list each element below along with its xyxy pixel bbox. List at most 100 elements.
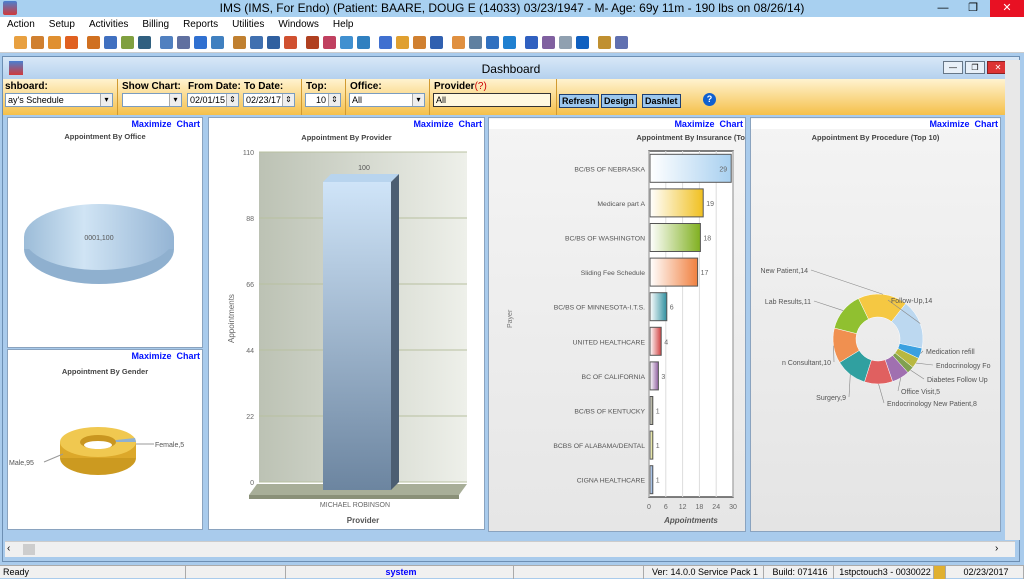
menu-bar: ActionSetupActivitiesBillingReportsUtili…: [0, 17, 1024, 33]
top-label: Top:: [306, 81, 327, 92]
toolbar-icon[interactable]: [413, 36, 426, 49]
help-icon[interactable]: ?: [703, 93, 716, 106]
top-input[interactable]: 10⇕: [305, 93, 341, 107]
toolbar-icon[interactable]: [525, 36, 538, 49]
bar-sliding-fee-schedule: [650, 258, 698, 286]
toolbar-icon[interactable]: [306, 36, 319, 49]
show-chart-select[interactable]: ▾: [122, 93, 182, 107]
toolbar-icon[interactable]: [65, 36, 78, 49]
toolbar-icon[interactable]: [31, 36, 44, 49]
bar-top: [323, 174, 399, 182]
toolbar-icon[interactable]: [503, 36, 516, 49]
toolbar-icon[interactable]: [379, 36, 392, 49]
menu-reports[interactable]: Reports: [176, 17, 225, 33]
menu-help[interactable]: Help: [326, 17, 361, 33]
refresh-button[interactable]: Refresh: [559, 94, 599, 108]
office-pie-chart: 0001,100: [8, 118, 204, 349]
menu-windows[interactable]: Windows: [271, 17, 326, 33]
from-date-input[interactable]: 02/01/15⇕: [187, 93, 239, 107]
y-tick-label: 88: [246, 216, 254, 223]
dashboard-title-bar: Dashboard — ❐ ✕: [3, 57, 1019, 79]
toolbar-icon[interactable]: [357, 36, 370, 49]
toolbar-icon[interactable]: [576, 36, 589, 49]
spinner-icon[interactable]: ⇕: [226, 94, 238, 106]
bar-value-label: 1: [656, 478, 660, 485]
vertical-scrollbar[interactable]: [1005, 60, 1020, 540]
toolbar-icon[interactable]: [452, 36, 465, 49]
toolbar-icon[interactable]: [121, 36, 134, 49]
leader-line: [916, 363, 933, 365]
bar-value-label: 6: [670, 305, 674, 312]
toolbar-icon[interactable]: [615, 36, 628, 49]
insurance-bar-chart: 061218243029BC/BS OF NEBRASKA19Medicare …: [489, 118, 747, 533]
status-empty: [186, 566, 286, 579]
provider-input[interactable]: All: [433, 93, 551, 107]
toolbar-icon[interactable]: [340, 36, 353, 49]
toolbar-icon[interactable]: [104, 36, 117, 49]
office-select[interactable]: All▾: [349, 93, 425, 107]
dashlet-button[interactable]: Dashlet: [642, 94, 681, 108]
restore-button[interactable]: ❐: [958, 0, 988, 17]
toolbar-icon[interactable]: [469, 36, 482, 49]
scroll-right-icon[interactable]: ›: [995, 543, 998, 554]
scrollbar-thumb[interactable]: [23, 544, 35, 555]
toolbar-icon[interactable]: [194, 36, 207, 49]
to-date-input[interactable]: 02/23/17⇕: [243, 93, 295, 107]
from-date-label: From Date:: [188, 81, 241, 92]
toolbar-icon[interactable]: [267, 36, 280, 49]
scroll-left-icon[interactable]: ‹: [7, 543, 10, 554]
toolbar-icon[interactable]: [233, 36, 246, 49]
minimize-button[interactable]: —: [928, 0, 958, 17]
menu-activities[interactable]: Activities: [82, 17, 135, 33]
menu-setup[interactable]: Setup: [42, 17, 82, 33]
y-tick-label: BC/BS OF KENTUCKY: [574, 409, 645, 416]
bar-michael-robinson: [323, 182, 391, 490]
provider-help-link[interactable]: (?): [475, 81, 487, 92]
toolbar-icon[interactable]: [598, 36, 611, 49]
dashboard-select[interactable]: ay's Schedule▾: [5, 93, 113, 107]
close-button[interactable]: ✕: [990, 0, 1024, 17]
toolbar-icon[interactable]: [430, 36, 443, 49]
dashboard-restore-button[interactable]: ❐: [965, 61, 985, 74]
toolbar-icon[interactable]: [14, 36, 27, 49]
y-tick-label: 22: [246, 414, 254, 421]
menu-utilities[interactable]: Utilities: [225, 17, 271, 33]
top-value: 10: [316, 95, 326, 105]
spinner-icon[interactable]: ⇕: [328, 94, 340, 106]
toolbar-icon[interactable]: [284, 36, 297, 49]
x-tick-label: 12: [679, 504, 687, 511]
y-tick-label: BCBS OF ALABAMA/DENTAL: [553, 443, 645, 450]
menu-action[interactable]: Action: [0, 17, 42, 33]
toolbar-icon[interactable]: [177, 36, 190, 49]
toolbar-icon[interactable]: [559, 36, 572, 49]
toolbar-icon[interactable]: [48, 36, 61, 49]
toolbar-icon[interactable]: [138, 36, 151, 49]
toolbar-icon[interactable]: [250, 36, 263, 49]
y-tick-label: BC/BS OF MINNESOTA-I.T.S.: [554, 305, 645, 312]
toolbar-icon[interactable]: [87, 36, 100, 49]
dashboard-minimize-button[interactable]: —: [943, 61, 963, 74]
toolbar-icon[interactable]: [160, 36, 173, 49]
toolbar-icon[interactable]: [542, 36, 555, 49]
bar-value-label: 19: [706, 201, 714, 208]
to-date-value: 02/23/17: [246, 95, 281, 105]
menu-billing[interactable]: Billing: [135, 17, 176, 33]
toolbar-icon[interactable]: [396, 36, 409, 49]
bar-value-label: 1: [656, 409, 660, 416]
dashboard-select-value: ay's Schedule: [8, 95, 64, 105]
panel-appointment-by-gender: Maximize Chart Appointment By Gender Fem…: [7, 349, 203, 530]
design-button[interactable]: Design: [601, 94, 637, 108]
x-tick-label: 18: [696, 504, 704, 511]
y-tick-label: BC/BS OF NEBRASKA: [574, 166, 645, 173]
divider: [429, 79, 430, 115]
toolbar-icon[interactable]: [486, 36, 499, 49]
filter-bar: shboard: ay's Schedule▾ Show Chart: ▾ Fr…: [3, 79, 1019, 115]
bar-value-label: 100: [358, 165, 370, 172]
divider: [301, 79, 302, 115]
toolbar-icon[interactable]: [211, 36, 224, 49]
panel-appointment-by-insurance: Maximize Chart Appointment By Insurance …: [488, 117, 746, 532]
toolbar-icon[interactable]: [323, 36, 336, 49]
horizontal-scrollbar[interactable]: ‹ ›: [5, 541, 1015, 557]
provider-label: Provider(?): [434, 81, 487, 92]
spinner-icon[interactable]: ⇕: [282, 94, 294, 106]
